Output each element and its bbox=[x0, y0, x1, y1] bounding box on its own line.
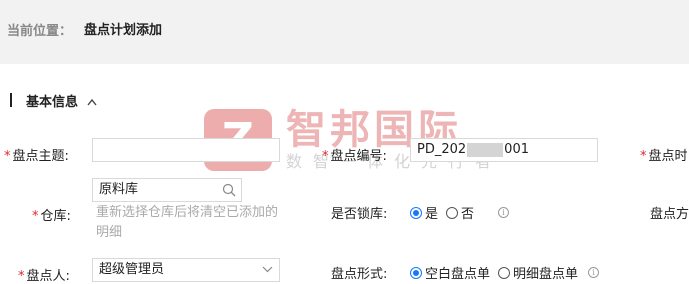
lock-radio-yes[interactable]: 是 bbox=[410, 203, 438, 222]
section-bar bbox=[10, 93, 12, 107]
required-mark: * bbox=[32, 209, 39, 224]
person-select[interactable]: 超级管理员 bbox=[92, 258, 280, 282]
breadcrumb-label: 当前位置： bbox=[7, 24, 73, 39]
radio-dot bbox=[498, 266, 511, 279]
section-header-basic-info[interactable]: 基本信息 bbox=[10, 91, 97, 110]
subject-label: * 盘点主题: bbox=[4, 149, 69, 164]
chevron-down-icon bbox=[262, 262, 273, 284]
form-type-radio-detail[interactable]: 明细盘点单 bbox=[498, 263, 578, 282]
radio-dot bbox=[410, 206, 422, 219]
form-type-radio-group: 空白盘点单 明细盘点单 i bbox=[410, 263, 600, 282]
section-title: 基本信息 bbox=[26, 94, 79, 110]
warehouse-input[interactable]: 原料库 bbox=[92, 178, 242, 202]
form-type-label: 盘点形式: bbox=[331, 267, 388, 282]
lock-radio-no[interactable]: 否 bbox=[446, 203, 474, 222]
warehouse-label: * 仓库: bbox=[32, 209, 71, 224]
info-icon[interactable]: i bbox=[588, 267, 600, 278]
chevron-up-icon[interactable] bbox=[87, 95, 97, 106]
required-mark: * bbox=[4, 149, 11, 164]
code-label: * 盘点编号: bbox=[322, 149, 387, 164]
code-input[interactable]: PD_202 001 bbox=[410, 138, 598, 162]
page-title: 盘点计划添加 bbox=[84, 23, 163, 38]
top-bar: 当前位置： 盘点计划添加 bbox=[0, 0, 689, 64]
required-mark: * bbox=[322, 149, 329, 164]
lock-label: 是否锁库: bbox=[331, 207, 388, 222]
search-icon[interactable] bbox=[222, 183, 236, 205]
person-label: * 盘点人: bbox=[18, 269, 70, 284]
lock-radio-group: 是 否 i bbox=[410, 203, 510, 222]
radio-dot bbox=[446, 206, 459, 219]
time-label: * 盘点时 bbox=[640, 149, 688, 164]
radio-dot bbox=[410, 266, 422, 279]
required-mark: * bbox=[640, 149, 647, 164]
warehouse-hint: 重新选择仓库后将清空已添加的 明细 bbox=[96, 205, 279, 240]
subject-input[interactable] bbox=[92, 138, 280, 162]
form-type-radio-blank[interactable]: 空白盘点单 bbox=[410, 263, 490, 282]
info-icon[interactable]: i bbox=[498, 207, 510, 218]
masked-region bbox=[467, 142, 504, 157]
method-label: 盘点方 bbox=[650, 207, 689, 222]
required-mark: * bbox=[18, 269, 25, 284]
